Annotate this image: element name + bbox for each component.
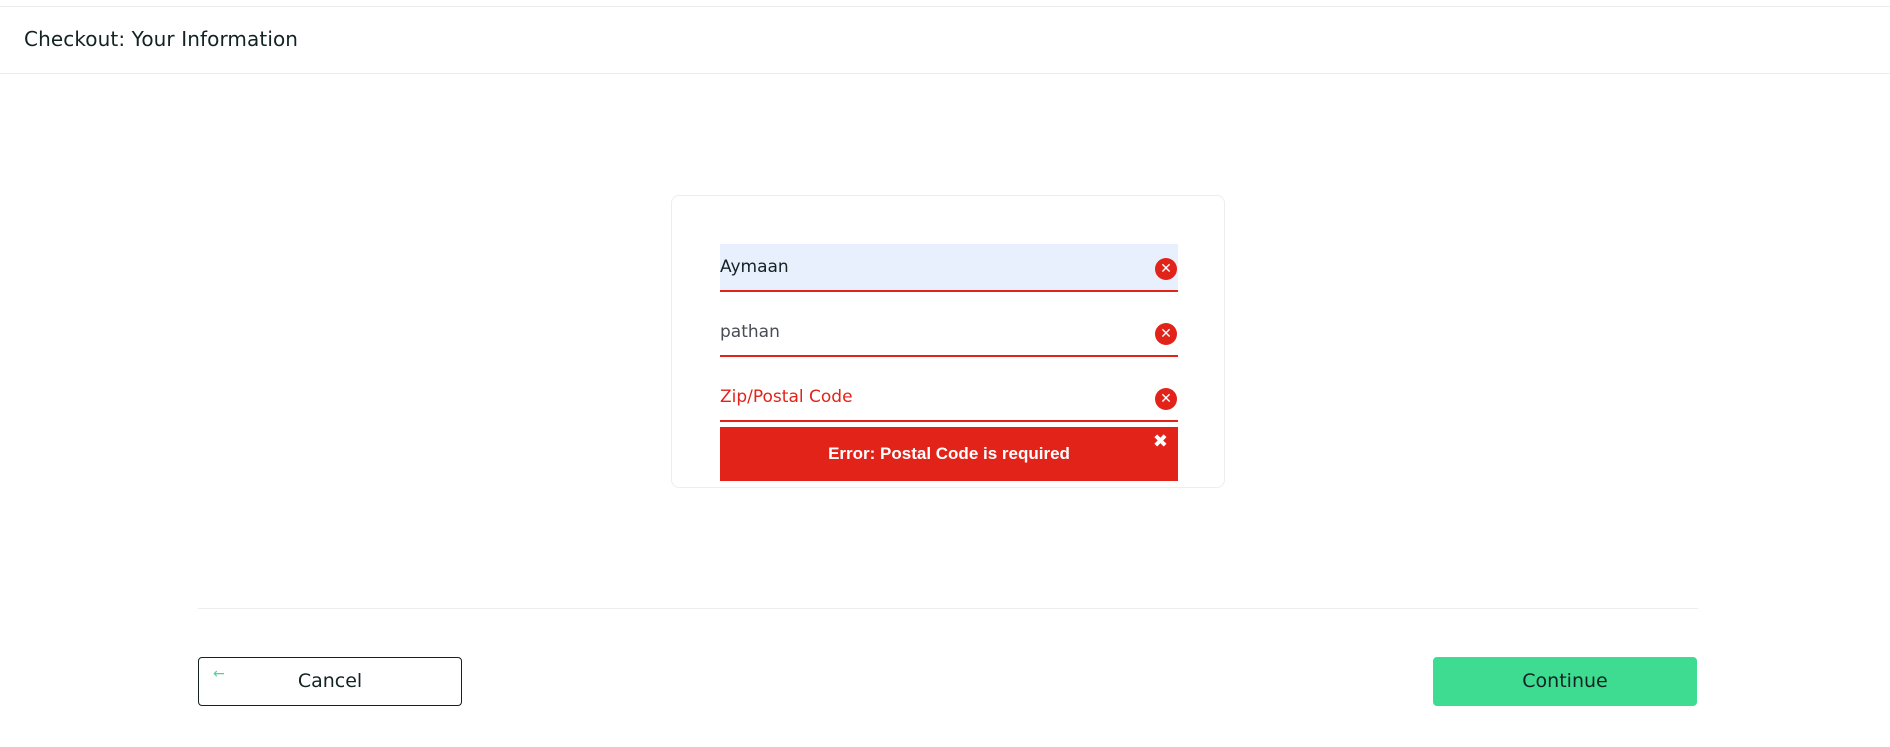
cancel-button-label: Cancel [297, 670, 363, 692]
continue-button-label: Continue [1522, 670, 1608, 692]
error-message: Error: Postal Code is required [828, 444, 1070, 463]
first-name-input[interactable] [720, 244, 1140, 290]
cancel-button[interactable]: ← Cancel [198, 657, 462, 706]
checkout-info-form: ✕ ✕ ✕ Error: Postal Code is required ✖ [671, 195, 1225, 488]
close-error-icon[interactable]: ✖ [1153, 433, 1168, 451]
page-title: Checkout: Your Information [24, 27, 299, 51]
error-message-container: Error: Postal Code is required ✖ [720, 427, 1178, 481]
error-x-icon: ✕ [1155, 258, 1177, 280]
postal-code-field: ✕ [720, 374, 1178, 422]
page-header: Checkout: Your Information [0, 7, 1890, 74]
continue-button[interactable]: Continue [1433, 657, 1697, 706]
last-name-field: ✕ [720, 309, 1178, 357]
postal-code-input[interactable] [720, 374, 1140, 420]
last-name-input[interactable] [720, 309, 1140, 355]
error-x-icon: ✕ [1155, 323, 1177, 345]
divider [198, 608, 1698, 609]
first-name-field: ✕ [720, 244, 1178, 292]
error-x-icon: ✕ [1155, 388, 1177, 410]
